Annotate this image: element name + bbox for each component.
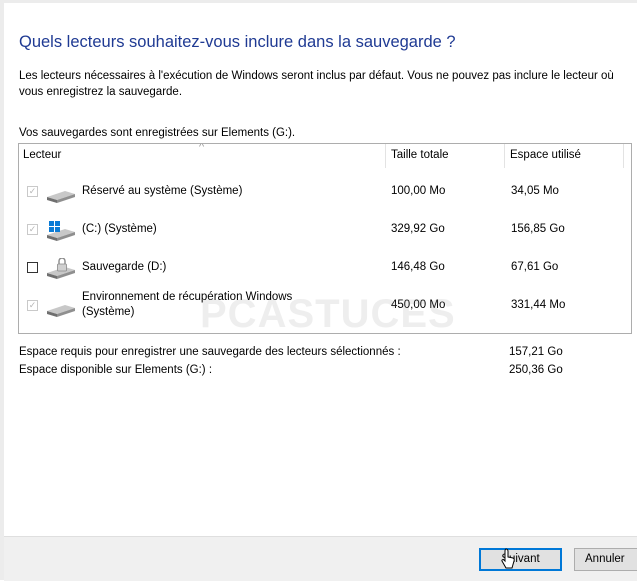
table-row[interactable]: ✓ (C:) (Système) 329,92 Go 156,85 Go [19,213,631,249]
column-divider[interactable] [623,144,624,168]
column-header-total-size[interactable]: Taille totale [391,149,449,161]
locked-drive-icon [47,258,75,279]
hard-drive-icon [47,305,75,317]
table-header: ^ Lecteur Taille totale Espace utilisé [19,144,631,168]
mouse-cursor-icon [501,548,515,569]
drive-checkbox: ✓ [27,186,38,197]
window-frame-left [0,0,4,580]
cancel-button[interactable]: Annuler [574,548,637,571]
column-header-drive[interactable]: Lecteur [23,149,61,161]
drive-total-size: 100,00 Mo [391,185,446,197]
available-space-label: Espace disponible sur Elements (G:) : [19,364,213,376]
column-divider[interactable] [504,144,505,168]
backup-location-text: Vos sauvegardes sont enregistrées sur El… [19,127,296,139]
sort-indicator-icon: ^ [199,143,205,153]
drive-checkbox[interactable] [27,262,38,273]
drive-used-space: 34,05 Mo [511,185,559,197]
drive-checkbox: ✓ [27,224,38,235]
intro-text: Les lecteurs nécessaires à l'exécution d… [19,70,614,98]
drive-name: Réservé au système (Système) [82,185,243,197]
drive-used-space: 67,61 Go [511,261,559,273]
available-space-value: 250,36 Go [509,364,563,376]
windows-drive-icon [47,221,75,241]
drive-checkbox: ✓ [27,300,38,311]
watermark-logo: PCASTUCES [200,292,456,336]
required-space-label: Espace requis pour enregistrer une sauve… [19,346,401,358]
column-divider[interactable] [385,144,386,168]
drive-name: (C:) (Système) [82,223,157,235]
page-title: Quels lecteurs souhaitez-vous inclure da… [19,33,456,51]
dialog-footer: Suivant Annuler [4,536,637,581]
table-row[interactable]: ✓ Réservé au système (Système) 100,00 Mo… [19,175,631,211]
hard-drive-icon [47,191,75,203]
drive-total-size: 146,48 Go [391,261,445,273]
drive-name-line2: (Système) [82,306,135,318]
drive-name: Sauvegarde (D:) [82,261,167,273]
column-header-used-space[interactable]: Espace utilisé [510,149,581,161]
table-row[interactable]: Sauvegarde (D:) 146,48 Go 67,61 Go [19,251,631,287]
drive-total-size: 329,92 Go [391,223,445,235]
required-space-value: 157,21 Go [509,346,563,358]
next-button[interactable]: Suivant [479,548,562,571]
drive-used-space: 331,44 Mo [511,299,566,311]
drive-used-space: 156,85 Go [511,223,565,235]
window-frame-top [0,0,637,3]
